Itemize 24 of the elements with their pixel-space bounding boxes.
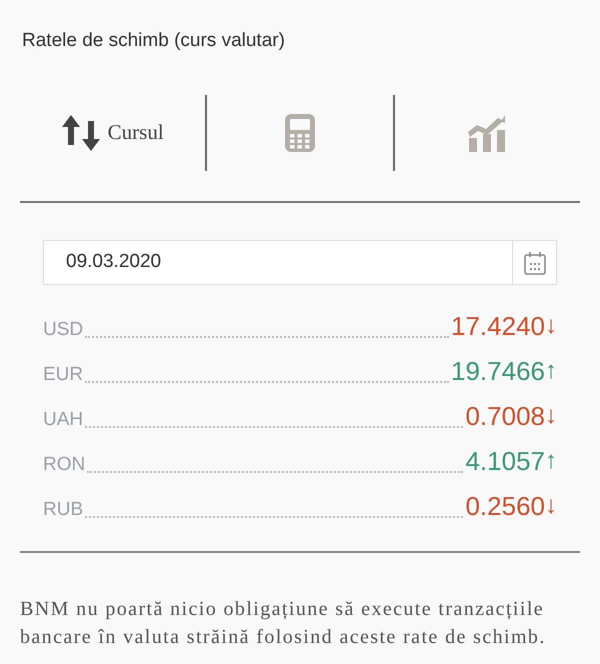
currency-code: EUR [43,363,84,387]
widget-title: Ratele de schimb (curs valutar) [22,29,286,53]
bar-chart-icon [468,114,506,152]
currency-code: RON [43,453,86,477]
trend-arrow: ↑ [545,356,557,386]
calendar-icon [524,250,546,274]
trend-arrow: ↓ [545,491,557,521]
date-field[interactable]: 09.03.2020 [43,240,513,285]
rate-value: 0.2560 [465,490,545,523]
rate-value: 19.7466 [451,355,545,388]
calendar-button[interactable] [513,240,557,285]
currency-code: USD [43,318,84,342]
currency-code: UAH [43,408,84,432]
trend-arrow: ↑ [545,446,557,476]
rate-value: 4.1057 [465,445,545,478]
trend-arrow: ↓ [545,401,557,431]
trend-arrow: ↓ [545,311,557,341]
up-down-arrows-icon [62,115,100,151]
calculator-icon [284,114,315,152]
disclaimer-text: BNM nu poartă nicio obligațiune să execute tranzacțiile bancare în valuta străină folosind aceste rate de schimb. [20,597,547,650]
rate-value: 0.7008 [465,400,545,433]
tab[interactable]: Cursul [20,95,206,171]
currency-code: RUB [43,498,84,522]
rate-value: 17.4240 [451,310,545,343]
